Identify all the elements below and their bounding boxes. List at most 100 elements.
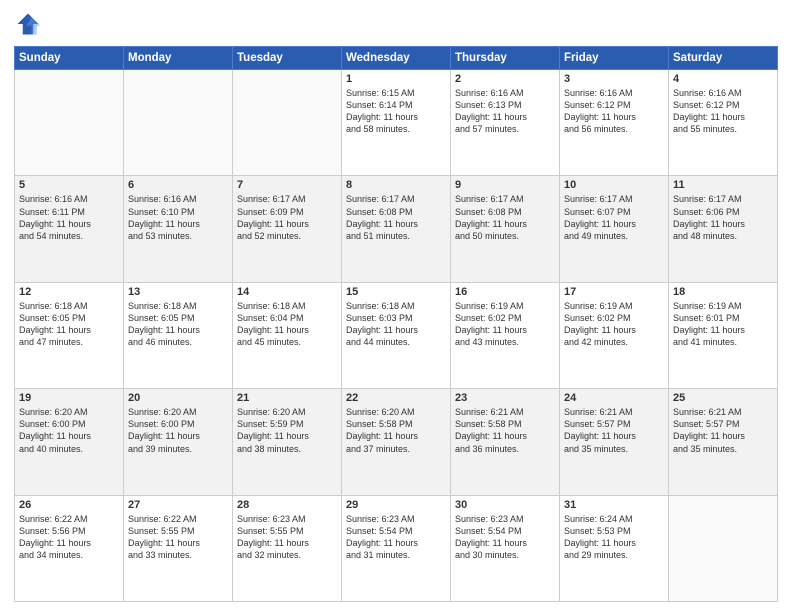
calendar-cell: 5 Sunrise: 6:16 AM Sunset: 6:11 PM Daylig… bbox=[15, 176, 124, 282]
day-info: Sunrise: 6:24 AM Sunset: 5:53 PM Dayligh… bbox=[564, 513, 664, 562]
day-info: Sunrise: 6:16 AM Sunset: 6:12 PM Dayligh… bbox=[564, 87, 664, 136]
calendar-cell: 12 Sunrise: 6:18 AM Sunset: 6:05 PM Dayli… bbox=[15, 282, 124, 388]
day-number: 8 bbox=[346, 179, 446, 191]
week-row-3: 12 Sunrise: 6:18 AM Sunset: 6:05 PM Dayli… bbox=[15, 282, 778, 388]
day-number: 12 bbox=[19, 286, 119, 298]
day-info: Sunrise: 6:19 AM Sunset: 6:02 PM Dayligh… bbox=[455, 300, 555, 349]
calendar-cell: 6 Sunrise: 6:16 AM Sunset: 6:10 PM Daylig… bbox=[124, 176, 233, 282]
calendar-cell: 3 Sunrise: 6:16 AM Sunset: 6:12 PM Daylig… bbox=[560, 70, 669, 176]
calendar-cell: 7 Sunrise: 6:17 AM Sunset: 6:09 PM Daylig… bbox=[233, 176, 342, 282]
day-number: 4 bbox=[673, 73, 773, 85]
day-info: Sunrise: 6:16 AM Sunset: 6:10 PM Dayligh… bbox=[128, 193, 228, 242]
day-info: Sunrise: 6:15 AM Sunset: 6:14 PM Dayligh… bbox=[346, 87, 446, 136]
calendar-cell: 1 Sunrise: 6:15 AM Sunset: 6:14 PM Daylig… bbox=[342, 70, 451, 176]
day-info: Sunrise: 6:18 AM Sunset: 6:05 PM Dayligh… bbox=[19, 300, 119, 349]
weekday-header-monday: Monday bbox=[124, 47, 233, 70]
day-info: Sunrise: 6:22 AM Sunset: 5:56 PM Dayligh… bbox=[19, 513, 119, 562]
day-info: Sunrise: 6:21 AM Sunset: 5:57 PM Dayligh… bbox=[564, 406, 664, 455]
day-info: Sunrise: 6:17 AM Sunset: 6:08 PM Dayligh… bbox=[346, 193, 446, 242]
day-info: Sunrise: 6:17 AM Sunset: 6:06 PM Dayligh… bbox=[673, 193, 773, 242]
day-info: Sunrise: 6:18 AM Sunset: 6:05 PM Dayligh… bbox=[128, 300, 228, 349]
day-number: 11 bbox=[673, 179, 773, 191]
week-row-4: 19 Sunrise: 6:20 AM Sunset: 6:00 PM Dayli… bbox=[15, 389, 778, 495]
day-number: 25 bbox=[673, 392, 773, 404]
day-info: Sunrise: 6:16 AM Sunset: 6:11 PM Dayligh… bbox=[19, 193, 119, 242]
day-number: 3 bbox=[564, 73, 664, 85]
day-info: Sunrise: 6:17 AM Sunset: 6:09 PM Dayligh… bbox=[237, 193, 337, 242]
calendar-cell: 19 Sunrise: 6:20 AM Sunset: 6:00 PM Dayli… bbox=[15, 389, 124, 495]
day-number: 14 bbox=[237, 286, 337, 298]
day-number: 13 bbox=[128, 286, 228, 298]
day-number: 6 bbox=[128, 179, 228, 191]
calendar-cell: 23Sunrise: 6:21 AM Sunset: 5:58 PM Dayli… bbox=[451, 389, 560, 495]
calendar-cell: 27 Sunrise: 6:22 AM Sunset: 5:55 PM Dayli… bbox=[124, 495, 233, 601]
weekday-header-thursday: Thursday bbox=[451, 47, 560, 70]
logo bbox=[14, 10, 46, 38]
day-info: Sunrise: 6:23 AM Sunset: 5:54 PM Dayligh… bbox=[455, 513, 555, 562]
calendar-cell: 24Sunrise: 6:21 AM Sunset: 5:57 PM Dayli… bbox=[560, 389, 669, 495]
weekday-header-saturday: Saturday bbox=[669, 47, 778, 70]
weekday-header-wednesday: Wednesday bbox=[342, 47, 451, 70]
day-number: 1 bbox=[346, 73, 446, 85]
day-info: Sunrise: 6:18 AM Sunset: 6:04 PM Dayligh… bbox=[237, 300, 337, 349]
day-number: 23 bbox=[455, 392, 555, 404]
day-info: Sunrise: 6:17 AM Sunset: 6:08 PM Dayligh… bbox=[455, 193, 555, 242]
week-row-5: 26 Sunrise: 6:22 AM Sunset: 5:56 PM Dayli… bbox=[15, 495, 778, 601]
day-info: Sunrise: 6:17 AM Sunset: 6:07 PM Dayligh… bbox=[564, 193, 664, 242]
day-number: 2 bbox=[455, 73, 555, 85]
day-number: 18 bbox=[673, 286, 773, 298]
header bbox=[14, 10, 778, 38]
calendar-table: SundayMondayTuesdayWednesdayThursdayFrid… bbox=[14, 46, 778, 602]
page: SundayMondayTuesdayWednesdayThursdayFrid… bbox=[0, 0, 792, 612]
day-number: 27 bbox=[128, 499, 228, 511]
day-info: Sunrise: 6:16 AM Sunset: 6:12 PM Dayligh… bbox=[673, 87, 773, 136]
week-row-1: 1 Sunrise: 6:15 AM Sunset: 6:14 PM Daylig… bbox=[15, 70, 778, 176]
weekday-header-friday: Friday bbox=[560, 47, 669, 70]
day-number: 15 bbox=[346, 286, 446, 298]
calendar-cell: 4 Sunrise: 6:16 AM Sunset: 6:12 PM Daylig… bbox=[669, 70, 778, 176]
day-number: 28 bbox=[237, 499, 337, 511]
day-number: 17 bbox=[564, 286, 664, 298]
calendar-cell: 28Sunrise: 6:23 AM Sunset: 5:55 PM Dayli… bbox=[233, 495, 342, 601]
calendar-cell: 20 Sunrise: 6:20 AM Sunset: 6:00 PM Dayli… bbox=[124, 389, 233, 495]
logo-icon bbox=[14, 10, 42, 38]
day-number: 5 bbox=[19, 179, 119, 191]
day-number: 21 bbox=[237, 392, 337, 404]
day-info: Sunrise: 6:18 AM Sunset: 6:03 PM Dayligh… bbox=[346, 300, 446, 349]
day-number: 22 bbox=[346, 392, 446, 404]
weekday-header-row: SundayMondayTuesdayWednesdayThursdayFrid… bbox=[15, 47, 778, 70]
calendar-cell: 11 Sunrise: 6:17 AM Sunset: 6:06 PM Dayli… bbox=[669, 176, 778, 282]
week-row-2: 5 Sunrise: 6:16 AM Sunset: 6:11 PM Daylig… bbox=[15, 176, 778, 282]
day-info: Sunrise: 6:19 AM Sunset: 6:02 PM Dayligh… bbox=[564, 300, 664, 349]
day-number: 19 bbox=[19, 392, 119, 404]
calendar-cell: 30Sunrise: 6:23 AM Sunset: 5:54 PM Dayli… bbox=[451, 495, 560, 601]
day-info: Sunrise: 6:20 AM Sunset: 6:00 PM Dayligh… bbox=[128, 406, 228, 455]
weekday-header-tuesday: Tuesday bbox=[233, 47, 342, 70]
day-info: Sunrise: 6:22 AM Sunset: 5:55 PM Dayligh… bbox=[128, 513, 228, 562]
calendar-cell: 9 Sunrise: 6:17 AM Sunset: 6:08 PM Daylig… bbox=[451, 176, 560, 282]
day-number: 26 bbox=[19, 499, 119, 511]
day-info: Sunrise: 6:21 AM Sunset: 5:57 PM Dayligh… bbox=[673, 406, 773, 455]
day-number: 20 bbox=[128, 392, 228, 404]
day-info: Sunrise: 6:23 AM Sunset: 5:54 PM Dayligh… bbox=[346, 513, 446, 562]
day-info: Sunrise: 6:20 AM Sunset: 5:59 PM Dayligh… bbox=[237, 406, 337, 455]
calendar-cell bbox=[233, 70, 342, 176]
day-info: Sunrise: 6:19 AM Sunset: 6:01 PM Dayligh… bbox=[673, 300, 773, 349]
day-info: Sunrise: 6:20 AM Sunset: 6:00 PM Dayligh… bbox=[19, 406, 119, 455]
calendar-cell: 13 Sunrise: 6:18 AM Sunset: 6:05 PM Dayli… bbox=[124, 282, 233, 388]
calendar-cell: 29Sunrise: 6:23 AM Sunset: 5:54 PM Dayli… bbox=[342, 495, 451, 601]
day-number: 9 bbox=[455, 179, 555, 191]
calendar-cell: 8 Sunrise: 6:17 AM Sunset: 6:08 PM Daylig… bbox=[342, 176, 451, 282]
day-info: Sunrise: 6:16 AM Sunset: 6:13 PM Dayligh… bbox=[455, 87, 555, 136]
calendar-cell: 2 Sunrise: 6:16 AM Sunset: 6:13 PM Daylig… bbox=[451, 70, 560, 176]
calendar-cell: 10 Sunrise: 6:17 AM Sunset: 6:07 PM Dayli… bbox=[560, 176, 669, 282]
day-info: Sunrise: 6:20 AM Sunset: 5:58 PM Dayligh… bbox=[346, 406, 446, 455]
day-number: 16 bbox=[455, 286, 555, 298]
calendar-cell bbox=[124, 70, 233, 176]
calendar-cell: 17 Sunrise: 6:19 AM Sunset: 6:02 PM Dayli… bbox=[560, 282, 669, 388]
day-number: 10 bbox=[564, 179, 664, 191]
day-number: 7 bbox=[237, 179, 337, 191]
calendar-cell: 26 Sunrise: 6:22 AM Sunset: 5:56 PM Dayli… bbox=[15, 495, 124, 601]
calendar-cell: 22 Sunrise: 6:20 AM Sunset: 5:58 PM Dayli… bbox=[342, 389, 451, 495]
calendar-cell: 14 Sunrise: 6:18 AM Sunset: 6:04 PM Dayli… bbox=[233, 282, 342, 388]
